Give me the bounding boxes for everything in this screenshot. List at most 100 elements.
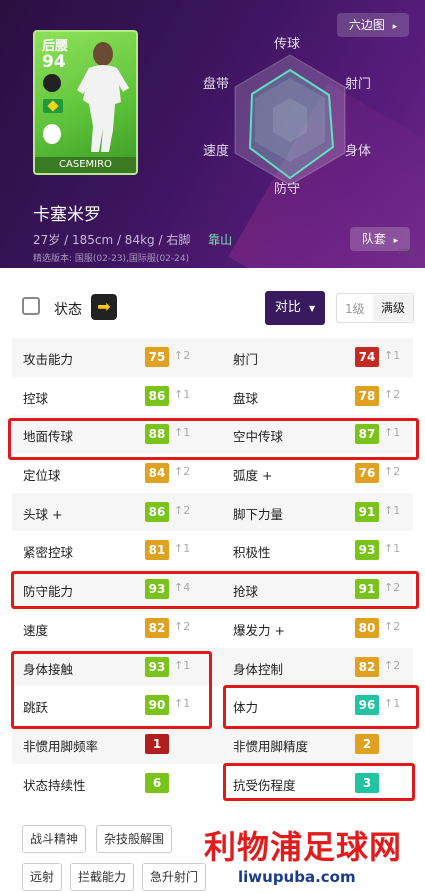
compare-button-label: 对比 xyxy=(274,300,301,315)
stat-cell: 攻击能力 75 ↑2 xyxy=(12,338,212,377)
stat-boost: ↑1 xyxy=(174,542,191,556)
stat-label: 攻击能力 xyxy=(23,352,74,367)
stat-label: 弧度 + xyxy=(233,468,273,484)
stat-value: 75 xyxy=(145,347,169,367)
stat-label: 头球 + xyxy=(23,506,63,522)
stat-label: 射门 xyxy=(233,352,259,367)
dropdown-caret-icon: ▼ xyxy=(309,304,316,313)
chevron-right-icon: ▸ xyxy=(393,236,399,246)
highlight-box xyxy=(8,418,419,460)
player-foot-style: 靠山 xyxy=(208,233,233,247)
playstyle-icon xyxy=(43,74,61,92)
radar-chart xyxy=(234,54,346,186)
stat-value: 84 xyxy=(145,463,169,484)
radar-label-passing: 传球 xyxy=(274,37,301,52)
level-1-option[interactable]: 1级 xyxy=(345,300,365,317)
stat-label: 定位球 xyxy=(23,468,61,484)
skill-chip[interactable]: 战斗精神 xyxy=(22,825,87,853)
player-card[interactable]: 后腰 94 CASEMIRO xyxy=(33,30,138,175)
team-button-label: 队套 xyxy=(361,232,386,246)
status-icon xyxy=(22,297,40,315)
stat-label: 盘球 xyxy=(233,390,259,406)
hexagon-button-label: 六边图 xyxy=(348,18,385,32)
pes-logo: PES xyxy=(398,248,415,258)
stat-label: 爆发力 + xyxy=(233,622,285,638)
stat-label: 非惯用脚频率 xyxy=(23,738,99,754)
stat-label: 脚下力量 xyxy=(233,506,284,522)
stat-label: 状态持续性 xyxy=(23,777,86,793)
stat-cell: 头球 + 86 ↑2 xyxy=(12,493,212,532)
stat-boost: ↑1 xyxy=(174,387,191,401)
stat-row: 攻击能力 75 ↑2 射门 74 ↑1 xyxy=(12,338,413,377)
player-photo xyxy=(77,42,129,152)
skill-chip[interactable]: 拦截能力 xyxy=(70,863,135,891)
stat-value: 2 xyxy=(355,733,379,754)
stat-cell: 状态持续性 6 xyxy=(12,764,212,803)
stat-cell: 非惯用脚频率 1 xyxy=(12,725,212,764)
stat-value: 76 xyxy=(355,463,379,484)
stat-cell: 非惯用脚精度 2 xyxy=(222,725,422,764)
stat-label: 速度 xyxy=(23,622,49,638)
stat-boost: ↑2 xyxy=(384,387,401,401)
stat-label: 控球 xyxy=(23,390,49,406)
skill-chip[interactable]: 杂技般解围 xyxy=(96,825,173,853)
brazil-flag-icon xyxy=(43,99,63,113)
stat-value: 86 xyxy=(145,385,169,406)
stat-row: 非惯用脚频率 1 非惯用脚精度 2 xyxy=(12,724,413,764)
hexagon-chart-button[interactable]: 六边图 ▸ xyxy=(337,13,409,37)
status-arrow-icon[interactable]: ➡ xyxy=(91,294,117,320)
radar-label-shooting: 射门 xyxy=(345,77,372,92)
stat-label: 身体控制 xyxy=(233,661,284,677)
radar-label-physical: 身体 xyxy=(345,144,372,159)
stat-boost: ↑2 xyxy=(174,619,191,633)
stat-label: 积极性 xyxy=(233,545,271,561)
watermark-title: 利物浦足球网 xyxy=(204,828,403,866)
radar-label-speed: 速度 xyxy=(203,144,230,159)
stat-boost: ↑2 xyxy=(384,658,401,672)
player-header: 后腰 94 CASEMIRO 卡塞米罗 27岁 / 185cm / 84kg /… xyxy=(0,0,425,268)
stat-cell: 脚下力量 91 ↑1 xyxy=(222,493,422,532)
stat-cell: 控球 86 ↑1 xyxy=(12,377,212,416)
real-madrid-crest-icon xyxy=(43,124,61,144)
card-rating: 94 xyxy=(42,52,66,72)
stat-boost: ↑2 xyxy=(384,619,401,633)
watermark-url: liwupuba.com xyxy=(238,868,356,886)
stat-label: 紧密控球 xyxy=(23,545,74,561)
stat-value: 81 xyxy=(145,540,169,561)
stat-row: 紧密控球 81 ↑1 积极性 93 ↑1 xyxy=(12,531,413,570)
highlight-box xyxy=(11,651,212,729)
radar-label-dribbling: 盘带 xyxy=(203,77,230,92)
stat-boost: ↑2 xyxy=(384,465,401,479)
highlight-box xyxy=(11,571,419,609)
stat-value: 82 xyxy=(145,617,169,638)
stat-value: 82 xyxy=(355,656,379,677)
stat-row: 速度 82 ↑2 爆发力 + 80 ↑2 xyxy=(12,609,413,648)
stat-boost: ↑1 xyxy=(384,349,401,362)
stat-cell: 积极性 93 ↑1 xyxy=(222,531,422,570)
stat-value: 93 xyxy=(355,540,379,561)
player-name: 卡塞米罗 xyxy=(33,205,101,225)
stat-value: 74 xyxy=(355,347,379,367)
stat-boost: ↑2 xyxy=(174,465,191,479)
stat-value: 91 xyxy=(355,501,379,522)
stat-cell: 爆发力 + 80 ↑2 xyxy=(222,609,422,648)
stat-boost: ↑1 xyxy=(384,542,401,556)
stat-cell: 盘球 78 ↑2 xyxy=(222,377,422,416)
player-info: 27岁 / 185cm / 84kg / 右脚 靠山 xyxy=(33,231,232,248)
stat-boost: ↑1 xyxy=(384,503,401,517)
card-name: CASEMIRO xyxy=(35,157,136,173)
stat-value: 78 xyxy=(355,385,379,406)
stat-value: 1 xyxy=(145,733,169,754)
compare-button[interactable]: 对比 ▼ xyxy=(265,291,325,325)
watermark: 利物浦足球网 liwupuba.com xyxy=(190,822,425,893)
stat-cell: 紧密控球 81 ↑1 xyxy=(12,531,212,570)
highlight-box xyxy=(223,685,419,729)
max-level-option[interactable]: 满级 xyxy=(373,295,413,321)
stat-boost: ↑2 xyxy=(174,349,191,362)
stat-row: 头球 + 86 ↑2 脚下力量 91 ↑1 xyxy=(12,492,413,532)
radar-label-defending: 防守 xyxy=(274,182,301,197)
stat-value: 86 xyxy=(145,501,169,522)
stat-row: 控球 86 ↑1 盘球 78 ↑2 xyxy=(12,377,413,416)
skill-chip[interactable]: 远射 xyxy=(22,863,63,891)
level-toggle: 1级 满级 xyxy=(336,293,414,323)
